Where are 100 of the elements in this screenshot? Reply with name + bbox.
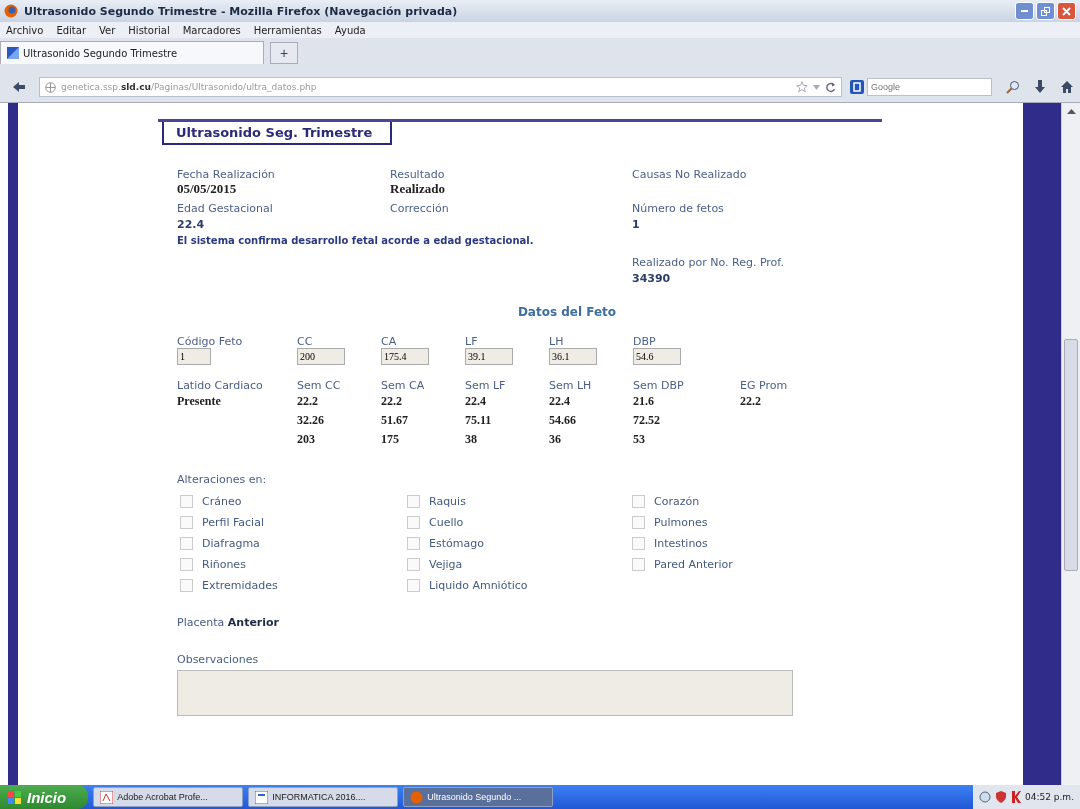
taskbar-button[interactable]: Ultrasonido Segundo ... bbox=[403, 787, 554, 807]
checkbox[interactable] bbox=[407, 558, 420, 571]
result-value: 22.4 bbox=[549, 393, 571, 410]
menu-item[interactable]: Archivo bbox=[6, 24, 44, 36]
maximize-button[interactable] bbox=[1036, 2, 1055, 20]
field-label: Código Feto bbox=[177, 335, 244, 348]
checkbox-label: Extremidades bbox=[202, 579, 278, 592]
app-icon bbox=[100, 790, 114, 804]
windows-logo-icon bbox=[8, 790, 22, 804]
field-label: CC bbox=[297, 335, 314, 348]
checkbox[interactable] bbox=[632, 558, 645, 571]
result-value: 36 bbox=[549, 431, 562, 448]
checkbox-label: Corazón bbox=[654, 495, 700, 508]
result-value: 53 bbox=[633, 431, 646, 448]
result-value: 32.26 bbox=[297, 412, 325, 429]
field-label: CA bbox=[381, 335, 398, 348]
taskbar-button[interactable]: Adobe Acrobat Profe... bbox=[93, 787, 244, 807]
checkbox-label: Vejiga bbox=[429, 558, 463, 571]
checkbox[interactable] bbox=[180, 558, 193, 571]
field-label: Edad Gestacional bbox=[177, 202, 274, 215]
menu-item[interactable]: Ayuda bbox=[334, 24, 366, 36]
scrollbar-thumb[interactable] bbox=[1064, 339, 1078, 571]
field-label: Resultado bbox=[390, 168, 446, 181]
app-icon bbox=[410, 790, 424, 804]
menu-item[interactable]: Editar bbox=[56, 24, 86, 36]
browser-tab[interactable]: Ultrasonido Segundo Trimestre bbox=[0, 41, 264, 64]
measurement-field[interactable]: 175.4 bbox=[381, 348, 429, 365]
field-label: Realizado por No. Reg. Prof. bbox=[632, 256, 785, 269]
checkbox-label: Cráneo bbox=[202, 495, 242, 508]
shield-icon bbox=[995, 791, 1007, 803]
checkbox[interactable] bbox=[632, 495, 645, 508]
search-icon bbox=[1006, 80, 1020, 94]
result-value: 22.2 bbox=[381, 393, 403, 410]
status-message: El sistema confirma desarrollo fetal acorde a edad gestacional. bbox=[177, 235, 535, 246]
result-value: 21.6 bbox=[633, 393, 655, 410]
measurement-field[interactable]: 36.1 bbox=[549, 348, 597, 365]
field-value: Realizado bbox=[390, 181, 446, 197]
menu-item[interactable]: Marcadores bbox=[182, 24, 241, 36]
home-icon bbox=[1060, 80, 1074, 94]
measurement-field[interactable]: 200 bbox=[297, 348, 345, 365]
start-button[interactable]: Inicio bbox=[0, 785, 89, 809]
page-icon bbox=[7, 47, 19, 59]
menu-item[interactable]: Historial bbox=[128, 24, 170, 36]
field-label: Observaciones bbox=[177, 653, 260, 666]
checkbox[interactable] bbox=[407, 537, 420, 550]
field-label: Número de fetos bbox=[632, 202, 725, 215]
app-icon bbox=[255, 790, 269, 804]
measurement-field[interactable]: 1 bbox=[177, 348, 211, 365]
restore-icon bbox=[1041, 6, 1050, 16]
field-label: Corrección bbox=[390, 202, 450, 215]
column-label: Sem DBP bbox=[633, 379, 685, 392]
field-value: 1 bbox=[632, 218, 641, 231]
field-label: DBP bbox=[633, 335, 657, 348]
measurement-field[interactable]: 39.1 bbox=[465, 348, 513, 365]
checkbox-label: Raquis bbox=[429, 495, 466, 508]
taskbar-button[interactable]: INFORMATICA 2016.... bbox=[248, 787, 399, 807]
checkbox[interactable] bbox=[180, 537, 193, 550]
checkbox[interactable] bbox=[632, 537, 645, 550]
menu-item[interactable]: Ver bbox=[99, 24, 116, 36]
field-value: 05/05/2015 bbox=[177, 181, 238, 197]
column-label: Sem LF bbox=[465, 379, 507, 392]
observations-field[interactable] bbox=[177, 670, 793, 716]
search-field[interactable]: Google bbox=[867, 78, 992, 96]
network-icon bbox=[979, 791, 991, 803]
checkbox[interactable] bbox=[180, 516, 193, 529]
measurement-field[interactable]: 54.6 bbox=[633, 348, 681, 365]
field-label: LH bbox=[549, 335, 565, 348]
close-icon bbox=[1062, 6, 1071, 16]
checkbox-label: Liquido Amniótico bbox=[429, 579, 528, 592]
result-value: 22.2 bbox=[740, 393, 762, 410]
minimize-icon bbox=[1021, 10, 1028, 12]
address-field[interactable]: genetica.ssp.sld.cu/Paginas/Ultrasonido/ultra_datos.php bbox=[39, 77, 842, 97]
field-label: Causas No Realizado bbox=[632, 168, 748, 181]
minimize-button[interactable] bbox=[1015, 2, 1034, 20]
checkbox-label: Pulmones bbox=[654, 516, 708, 529]
checkbox[interactable] bbox=[407, 516, 420, 529]
section-heading: Ultrasonido Seg. Trimestre bbox=[162, 122, 393, 145]
checkbox[interactable] bbox=[632, 516, 645, 529]
reload-icon bbox=[825, 81, 836, 93]
field-label: LF bbox=[465, 335, 479, 348]
result-value: 75.11 bbox=[465, 412, 493, 429]
checkbox[interactable] bbox=[407, 495, 420, 508]
result-value: 54.66 bbox=[549, 412, 577, 429]
back-arrow-icon bbox=[11, 81, 26, 93]
checkbox[interactable] bbox=[180, 495, 193, 508]
checkbox-label: Estómago bbox=[429, 537, 484, 550]
new-tab-button[interactable]: + bbox=[270, 42, 298, 64]
column-label: Sem CA bbox=[381, 379, 426, 392]
checkbox-label: Riñones bbox=[202, 558, 246, 571]
column-label: Sem CC bbox=[297, 379, 342, 392]
field-value: 34390 bbox=[632, 272, 672, 285]
firefox-icon bbox=[4, 4, 18, 18]
dropdown-caret-icon bbox=[813, 84, 820, 90]
checkbox[interactable] bbox=[180, 579, 193, 592]
checkbox-label: Perfil Facial bbox=[202, 516, 264, 529]
scrollbar[interactable] bbox=[1061, 103, 1080, 785]
menu-item[interactable]: Herramientas bbox=[253, 24, 322, 36]
checkbox[interactable] bbox=[407, 579, 420, 592]
close-button[interactable] bbox=[1057, 2, 1076, 20]
checkbox-label: Diafragma bbox=[202, 537, 260, 550]
